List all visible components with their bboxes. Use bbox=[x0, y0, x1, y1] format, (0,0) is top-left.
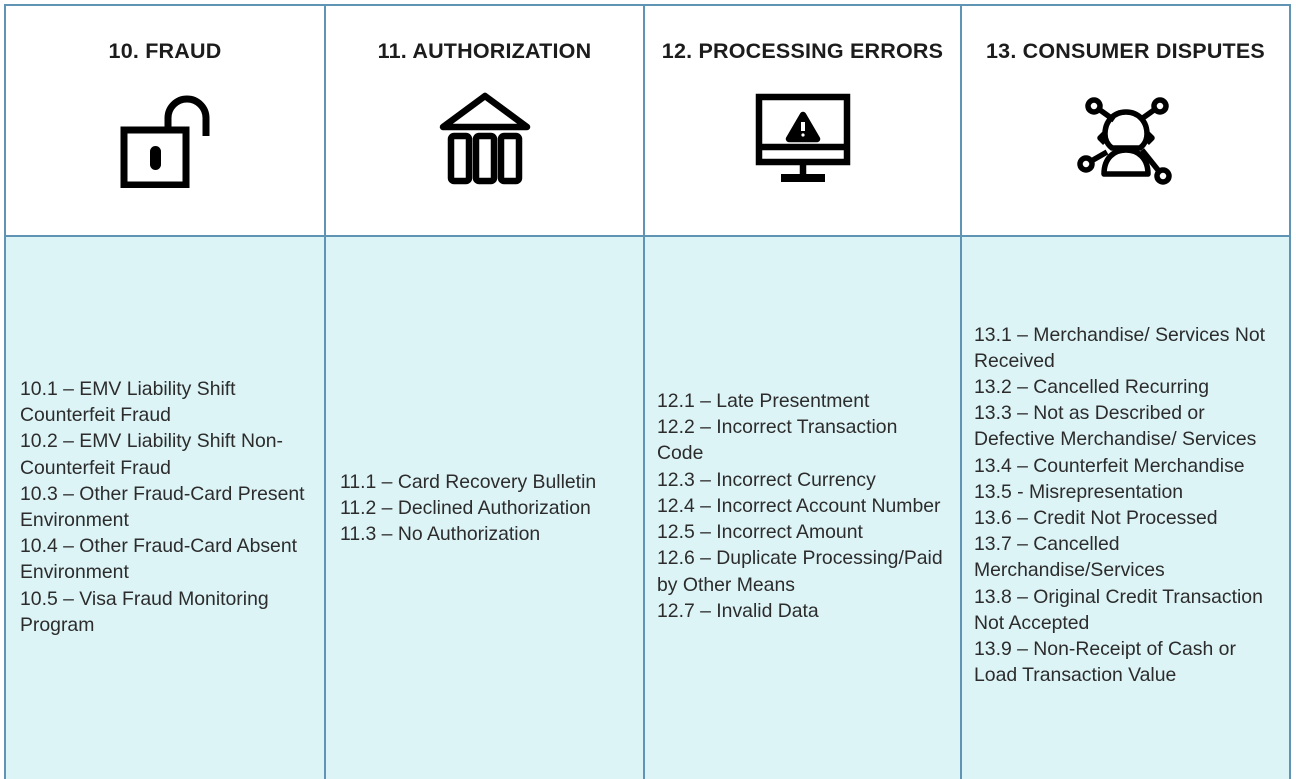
column-title-fraud: 10. FRAUD bbox=[108, 39, 222, 63]
open-padlock-icon bbox=[105, 86, 225, 190]
column-title-processing-errors: 12. PROCESSING ERRORS bbox=[661, 39, 944, 63]
list-item: 12.6 – Duplicate Processing/Paid by Othe… bbox=[657, 547, 943, 596]
list-item: 10.3 – Other Fraud-Card Present Environm… bbox=[20, 482, 305, 531]
table-header-row: 10. FRAUD 11. AUTHORIZATION 12. PROCESSI… bbox=[6, 6, 1289, 237]
code-list-authorization: 11.1 – Card Recovery Bulletin 11.2 – Dec… bbox=[340, 469, 629, 548]
body-cell-fraud: 10.1 – EMV Liability Shift Counterfeit F… bbox=[6, 237, 326, 779]
header-cell-processing-errors: 12. PROCESSING ERRORS bbox=[645, 6, 962, 235]
list-item: 10.2 – EMV Liability Shift Non-Counterfe… bbox=[20, 430, 283, 479]
list-item: 11.1 – Card Recovery Bulletin bbox=[340, 470, 597, 493]
list-item: 12.4 – Incorrect Account Number bbox=[657, 494, 941, 517]
code-list-processing-errors: 12.1 – Late Presentment 12.2 – Incorrect… bbox=[657, 388, 946, 624]
column-title-consumer-disputes: 13. CONSUMER DISPUTES bbox=[986, 39, 1265, 63]
list-item: 13.3 – Not as Described or Defective Mer… bbox=[974, 402, 1257, 451]
list-item: 10.5 – Visa Fraud Monitoring Program bbox=[20, 587, 269, 636]
list-item: 13.6 – Credit Not Processed bbox=[974, 507, 1218, 529]
body-cell-consumer-disputes: 13.1 – Merchandise/ Services Not Receive… bbox=[962, 237, 1289, 779]
list-item: 12.3 – Incorrect Currency bbox=[657, 468, 876, 491]
list-item: 12.1 – Late Presentment bbox=[657, 390, 870, 413]
person-network-icon bbox=[1066, 86, 1186, 190]
list-item: 13.2 – Cancelled Recurring bbox=[974, 375, 1209, 398]
table-body-row: 10.1 – EMV Liability Shift Counterfeit F… bbox=[6, 237, 1289, 779]
monitor-warning-icon bbox=[743, 86, 863, 190]
header-cell-fraud: 10. FRAUD bbox=[6, 6, 326, 235]
list-item: 10.4 – Other Fraud-Card Absent Environme… bbox=[20, 535, 298, 584]
body-cell-processing-errors: 12.1 – Late Presentment 12.2 – Incorrect… bbox=[645, 237, 962, 779]
list-item: 13.4 – Counterfeit Merchandise bbox=[974, 454, 1245, 477]
bank-building-icon bbox=[425, 86, 545, 190]
list-item: 13.1 – Merchandise/ Services Not Receive… bbox=[974, 323, 1266, 372]
code-list-consumer-disputes: 13.1 – Merchandise/ Services Not Receive… bbox=[974, 322, 1279, 689]
list-item: 12.2 – Incorrect Transaction Code bbox=[657, 416, 898, 465]
header-cell-authorization: 11. AUTHORIZATION bbox=[326, 6, 645, 235]
list-item: 13.9 – Non-Receipt of Cash or Load Trans… bbox=[974, 638, 1236, 687]
column-title-authorization: 11. AUTHORIZATION bbox=[377, 39, 592, 63]
list-item: 11.3 – No Authorization bbox=[340, 523, 541, 546]
list-item: 12.7 – Invalid Data bbox=[657, 599, 819, 622]
header-cell-consumer-disputes: 13. CONSUMER DISPUTES bbox=[962, 6, 1289, 235]
list-item: 13.8 – Original Credit Transaction Not A… bbox=[974, 585, 1263, 634]
list-item: 11.2 – Declined Authorization bbox=[340, 496, 591, 519]
list-item: 12.5 – Incorrect Amount bbox=[657, 521, 863, 544]
body-cell-authorization: 11.1 – Card Recovery Bulletin 11.2 – Dec… bbox=[326, 237, 645, 779]
list-item: 13.7 – Cancelled Merchandise/Services bbox=[974, 533, 1165, 582]
code-list-fraud: 10.1 – EMV Liability Shift Counterfeit F… bbox=[20, 376, 310, 638]
list-item: 13.5 - Misrepresentation bbox=[974, 480, 1184, 503]
dispute-reason-code-table: 10. FRAUD 11. AUTHORIZATION 12. PROCESSI… bbox=[4, 4, 1291, 779]
list-item: 10.1 – EMV Liability Shift Counterfeit F… bbox=[20, 377, 236, 427]
